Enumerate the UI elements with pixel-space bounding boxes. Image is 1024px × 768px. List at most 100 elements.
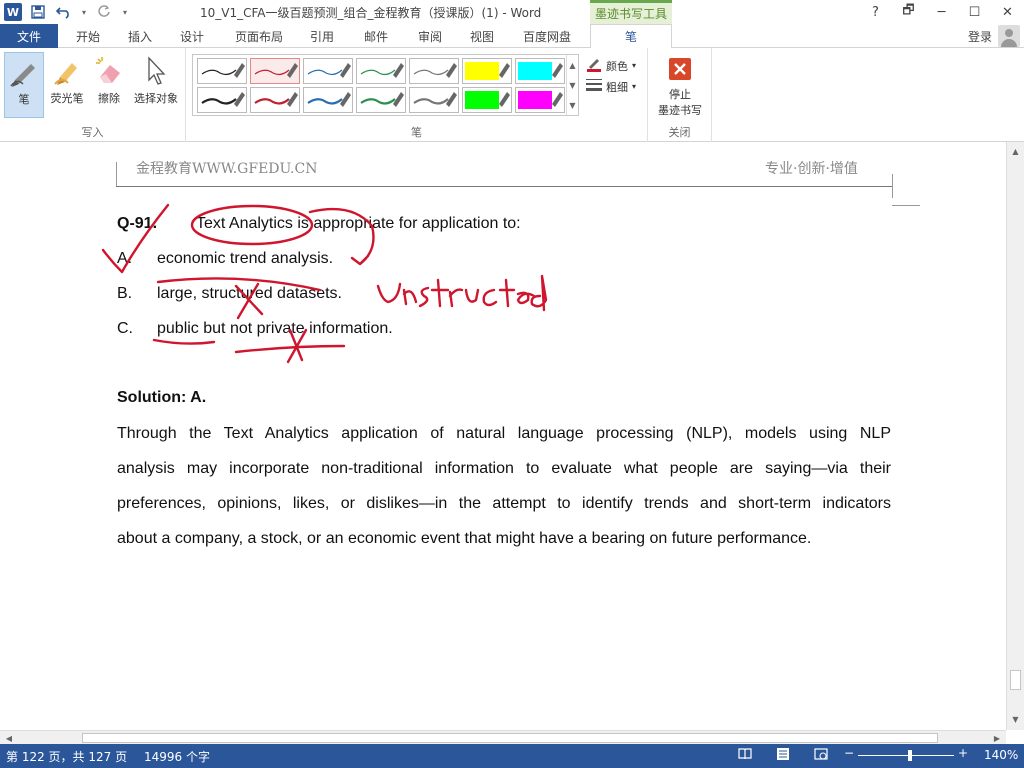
highlighter-stroke-icon	[465, 62, 510, 80]
explanation-line-3: preferences, opinions, likes, or dislike…	[117, 495, 891, 512]
tab-mailings[interactable]: 邮件	[354, 24, 398, 48]
zoom-slider-track[interactable]	[858, 755, 954, 756]
pen-style-swatch[interactable]	[409, 87, 459, 113]
pen-color-dropdown[interactable]: 颜色 ▾	[586, 56, 636, 75]
header-corner-mark-right	[892, 174, 893, 198]
eraser-icon	[94, 52, 124, 90]
stop-inking-label-line1: 停止	[669, 88, 691, 101]
pen-style-swatch[interactable]	[250, 87, 300, 113]
tab-references[interactable]: 引用	[300, 24, 344, 48]
eraser-button[interactable]: 擦除	[90, 52, 128, 118]
scroll-left-icon[interactable]: ◀	[2, 731, 16, 745]
undo-icon[interactable]	[54, 2, 74, 22]
pen-stroke-icon	[254, 63, 298, 78]
tab-design[interactable]: 设计	[170, 24, 214, 48]
zoom-in-icon[interactable]: +	[958, 746, 968, 760]
pen-style-swatch[interactable]	[303, 58, 353, 84]
line-thickness-icon	[586, 78, 602, 95]
highlighter-button-label: 荧光笔	[50, 92, 84, 105]
quick-access-toolbar: W ▾ ▾	[0, 0, 130, 24]
tab-baidu-netdisk[interactable]: 百度网盘	[514, 24, 580, 48]
option-b-text: large, structured datasets.	[157, 285, 342, 302]
pen-style-swatch[interactable]	[515, 87, 565, 113]
header-left-text: 金程教育WWW.GFEDU.CN	[136, 161, 318, 177]
minimize-button[interactable]: ─	[925, 0, 958, 24]
stop-inking-button[interactable]: 停止 墨迹书写	[652, 52, 708, 118]
zoom-level[interactable]: 140%	[984, 748, 1018, 762]
close-button[interactable]: ✕	[991, 0, 1024, 24]
undo-dropdown-icon[interactable]: ▾	[80, 2, 88, 22]
pen-stroke-icon	[201, 92, 245, 107]
option-a-text: economic trend analysis.	[157, 250, 334, 267]
horizontal-scroll-thumb[interactable]	[82, 733, 938, 743]
page-count[interactable]: 第 122 页，共 127 页	[6, 748, 127, 765]
tab-file[interactable]: 文件	[0, 24, 58, 48]
customize-qat-icon[interactable]: ▾	[120, 2, 130, 22]
redo-icon[interactable]	[94, 2, 114, 22]
tab-insert[interactable]: 插入	[118, 24, 162, 48]
zoom-slider-knob[interactable]	[908, 750, 912, 761]
gallery-up-icon[interactable]: ▲	[569, 61, 575, 70]
help-icon[interactable]: ?	[859, 0, 892, 24]
pen-style-swatch[interactable]	[250, 58, 300, 84]
gallery-more-icon[interactable]: ▼	[569, 101, 575, 110]
tab-page-layout[interactable]: 页面布局	[228, 24, 290, 48]
question-number: Q-91.	[117, 215, 158, 232]
highlighter-stroke-icon	[518, 91, 563, 109]
pen-style-swatch[interactable]	[356, 87, 406, 113]
scroll-up-icon[interactable]: ▲	[1007, 144, 1024, 158]
pen-stroke-icon	[360, 92, 404, 107]
header-corner-mark-left	[116, 162, 117, 186]
select-objects-button[interactable]: 选择对象	[130, 52, 182, 118]
scroll-down-icon[interactable]: ▼	[1007, 712, 1024, 726]
tab-pen[interactable]: 笔	[590, 24, 672, 49]
gallery-down-icon[interactable]: ▼	[569, 81, 575, 90]
pen-style-gallery: ▲ ▼ ▼	[192, 54, 579, 116]
highlighter-button[interactable]: 荧光笔	[46, 52, 88, 118]
tab-review[interactable]: 审阅	[408, 24, 452, 48]
vertical-scrollbar[interactable]: ▲ ▼	[1006, 142, 1024, 730]
maximize-button[interactable]: ☐	[958, 0, 991, 24]
pen-style-swatch[interactable]	[409, 58, 459, 84]
tab-home[interactable]: 开始	[66, 24, 110, 48]
print-layout-icon[interactable]	[776, 747, 790, 764]
pen-style-swatch[interactable]	[303, 87, 353, 113]
pen-color-icon	[586, 56, 602, 75]
gallery-scrollbar[interactable]: ▲ ▼ ▼	[566, 55, 578, 115]
ribbon: 笔 荧光笔 擦除 选择对象 写入 笔 ▲ ▼ ▼ 颜色 ▾ 粗细 ▾ 停止 墨迹…	[0, 48, 1024, 142]
pen-color-label: 颜色	[606, 59, 628, 73]
avatar[interactable]	[998, 25, 1020, 47]
zoom-out-icon[interactable]: −	[844, 746, 854, 760]
pen-thickness-dropdown[interactable]: 粗细 ▾	[586, 78, 636, 95]
scroll-right-icon[interactable]: ▶	[990, 731, 1004, 745]
explanation-line-4: about a company, a stock, or an economic…	[117, 530, 812, 547]
vertical-scroll-thumb[interactable]	[1010, 670, 1021, 690]
pen-style-swatch[interactable]	[515, 58, 565, 84]
pen-style-swatch[interactable]	[197, 58, 247, 84]
title-bar: W ▾ ▾ 10_V1_CFA一级百题预测_组合_金程教育（授课版）(1) - …	[0, 0, 1024, 24]
save-icon[interactable]	[28, 2, 48, 22]
pen-button[interactable]: 笔	[4, 52, 44, 118]
login-link[interactable]: 登录	[968, 28, 992, 45]
close-group: 停止 墨迹书写 关闭	[648, 48, 712, 142]
word-count[interactable]: 14996 个字	[144, 748, 210, 765]
pen-style-swatch[interactable]	[462, 58, 512, 84]
word-logo-icon[interactable]: W	[4, 3, 22, 21]
tab-view[interactable]: 视图	[460, 24, 504, 48]
pen-style-swatch[interactable]	[356, 58, 406, 84]
option-a-letter: A.	[117, 250, 133, 267]
horizontal-scrollbar[interactable]: ◀ ▶	[0, 730, 1006, 744]
pen-stroke-icon	[307, 63, 351, 78]
pen-style-swatch[interactable]	[462, 87, 512, 113]
pen-style-swatch[interactable]	[197, 87, 247, 113]
header-right-text: 专业·创新·增值	[765, 161, 858, 177]
stop-icon	[668, 52, 692, 86]
option-c-letter: C.	[117, 320, 133, 337]
chevron-down-icon: ▾	[632, 61, 637, 70]
ribbon-display-icon[interactable]: 🗗	[892, 0, 925, 24]
web-layout-icon[interactable]	[814, 747, 828, 764]
window-controls: ? 🗗 ─ ☐ ✕	[859, 0, 1024, 24]
read-mode-icon[interactable]	[738, 747, 752, 764]
pen-group-label: 笔	[411, 126, 422, 139]
pen-icon	[9, 53, 39, 91]
